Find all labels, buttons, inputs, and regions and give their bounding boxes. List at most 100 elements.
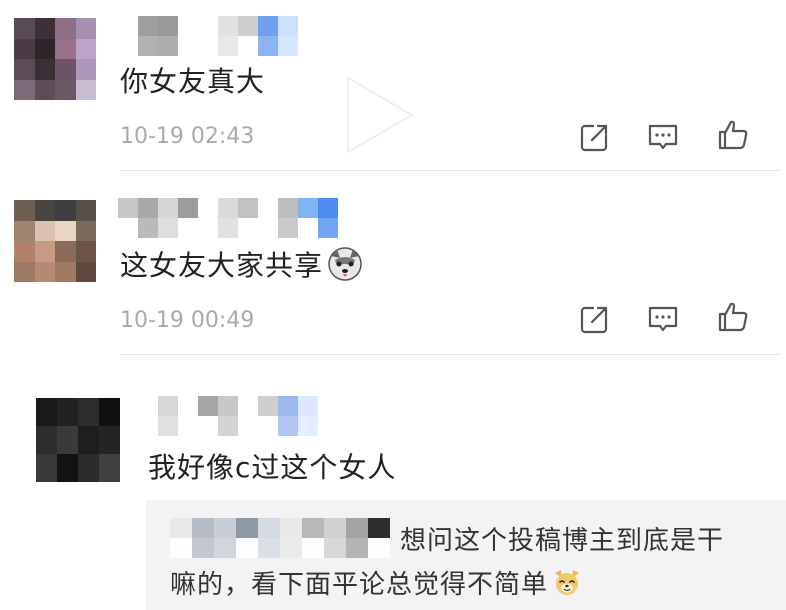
avatar-pixel — [78, 454, 99, 482]
username-pixelated[interactable] — [138, 396, 318, 436]
comment-text: 我好像c过这个女人 — [148, 451, 397, 484]
comment-icon[interactable] — [646, 120, 680, 154]
avatar-pixel — [34, 18, 55, 39]
avatar-pixel — [75, 261, 96, 282]
avatar-pixel — [75, 59, 96, 80]
name-pixel — [170, 518, 192, 538]
avatar-pixel — [36, 454, 57, 482]
name-pixel — [198, 416, 218, 436]
avatar-pixel — [34, 261, 55, 282]
name-pixel — [198, 198, 218, 218]
thumbs-up-icon[interactable] — [716, 300, 750, 334]
avatar-pixel — [34, 220, 55, 241]
reply-username-pixelated[interactable] — [170, 518, 390, 558]
name-pixel — [192, 518, 214, 538]
name-pixel — [218, 36, 238, 56]
comment-item: 这女友大家共享 10-19 00:49 — [0, 190, 786, 360]
name-pixel — [298, 218, 318, 238]
avatar[interactable] — [36, 398, 120, 482]
avatar-pixel — [36, 398, 57, 426]
name-pixel — [198, 218, 218, 238]
name-pixel — [238, 198, 258, 218]
name-pixel — [278, 416, 298, 436]
quoted-reply-box[interactable]: 想问这个投稿博主到底是干 嘛的，看下面平论总觉得不简单 — [146, 500, 786, 610]
avatar-pixel — [14, 18, 35, 39]
name-pixel — [118, 16, 138, 36]
name-pixel — [158, 396, 178, 416]
name-pixel — [324, 518, 346, 538]
name-pixel — [192, 538, 214, 558]
avatar-pixel — [14, 200, 35, 221]
avatar[interactable] — [14, 18, 96, 100]
thumbs-up-icon[interactable] — [716, 118, 750, 152]
name-pixel — [178, 396, 198, 416]
comment-text: 这女友大家共享 — [120, 244, 363, 289]
avatar-pixel — [14, 220, 35, 241]
name-pixel — [278, 218, 298, 238]
username-pixelated[interactable] — [118, 16, 298, 56]
name-pixel — [158, 16, 178, 36]
name-pixel — [236, 518, 258, 538]
name-pixel — [214, 518, 236, 538]
name-pixel — [346, 518, 368, 538]
name-pixel — [238, 16, 258, 36]
name-pixel — [118, 36, 138, 56]
name-pixel — [118, 218, 138, 238]
avatar-pixel — [14, 38, 35, 59]
name-pixel — [178, 16, 198, 36]
dog-face-emoji-icon — [552, 567, 582, 604]
name-pixel — [170, 538, 192, 558]
avatar-pixel — [34, 59, 55, 80]
reply-text-line-2: 嘛的，看下面平论总觉得不简单 — [170, 564, 582, 604]
name-pixel — [278, 396, 298, 416]
name-pixel — [238, 36, 258, 56]
name-pixel — [258, 518, 280, 538]
name-pixel — [138, 416, 158, 436]
share-icon[interactable] — [578, 120, 612, 154]
name-pixel — [258, 16, 278, 36]
name-pixel — [178, 198, 198, 218]
comment-timestamp: 10-19 00:49 — [120, 308, 255, 333]
name-pixel — [298, 396, 318, 416]
comment-icon[interactable] — [646, 302, 680, 336]
comment-timestamp: 10-19 02:43 — [120, 124, 255, 149]
name-pixel — [218, 218, 238, 238]
name-pixel — [298, 198, 318, 218]
avatar-pixel — [55, 18, 76, 39]
username-pixelated[interactable] — [118, 198, 338, 238]
avatar-pixel — [34, 241, 55, 262]
comment-text-content: 这女友大家共享 — [120, 249, 324, 282]
name-pixel — [258, 198, 278, 218]
name-pixel — [158, 218, 178, 238]
name-pixel — [302, 518, 324, 538]
avatar-pixel — [55, 261, 76, 282]
name-pixel — [346, 538, 368, 558]
avatar-pixel — [55, 59, 76, 80]
share-icon[interactable] — [578, 302, 612, 336]
avatar-pixel — [55, 241, 76, 262]
reply-text-line-2-content: 嘛的，看下面平论总觉得不简单 — [170, 570, 549, 600]
name-pixel — [278, 198, 298, 218]
avatar-pixel — [75, 241, 96, 262]
name-pixel — [258, 416, 278, 436]
name-pixel — [214, 538, 236, 558]
name-pixel — [368, 538, 390, 558]
avatar-pixel — [75, 200, 96, 221]
name-pixel — [118, 198, 138, 218]
comment-list-page: 你女友真大 10-19 02:43 这女友大家共享 10-19 00:49 我好… — [0, 0, 786, 610]
name-pixel — [368, 518, 390, 538]
name-pixel — [158, 416, 178, 436]
comment-text: 你女友真大 — [120, 65, 266, 98]
name-pixel — [138, 16, 158, 36]
avatar-pixel — [14, 261, 35, 282]
name-pixel — [258, 218, 278, 238]
avatar-pixel — [14, 241, 35, 262]
name-pixel — [138, 36, 158, 56]
avatar[interactable] — [14, 200, 96, 282]
name-pixel — [178, 36, 198, 56]
avatar-pixel — [34, 79, 55, 100]
divider — [120, 170, 780, 171]
name-pixel — [238, 218, 258, 238]
name-pixel — [158, 198, 178, 218]
divider — [120, 354, 780, 355]
